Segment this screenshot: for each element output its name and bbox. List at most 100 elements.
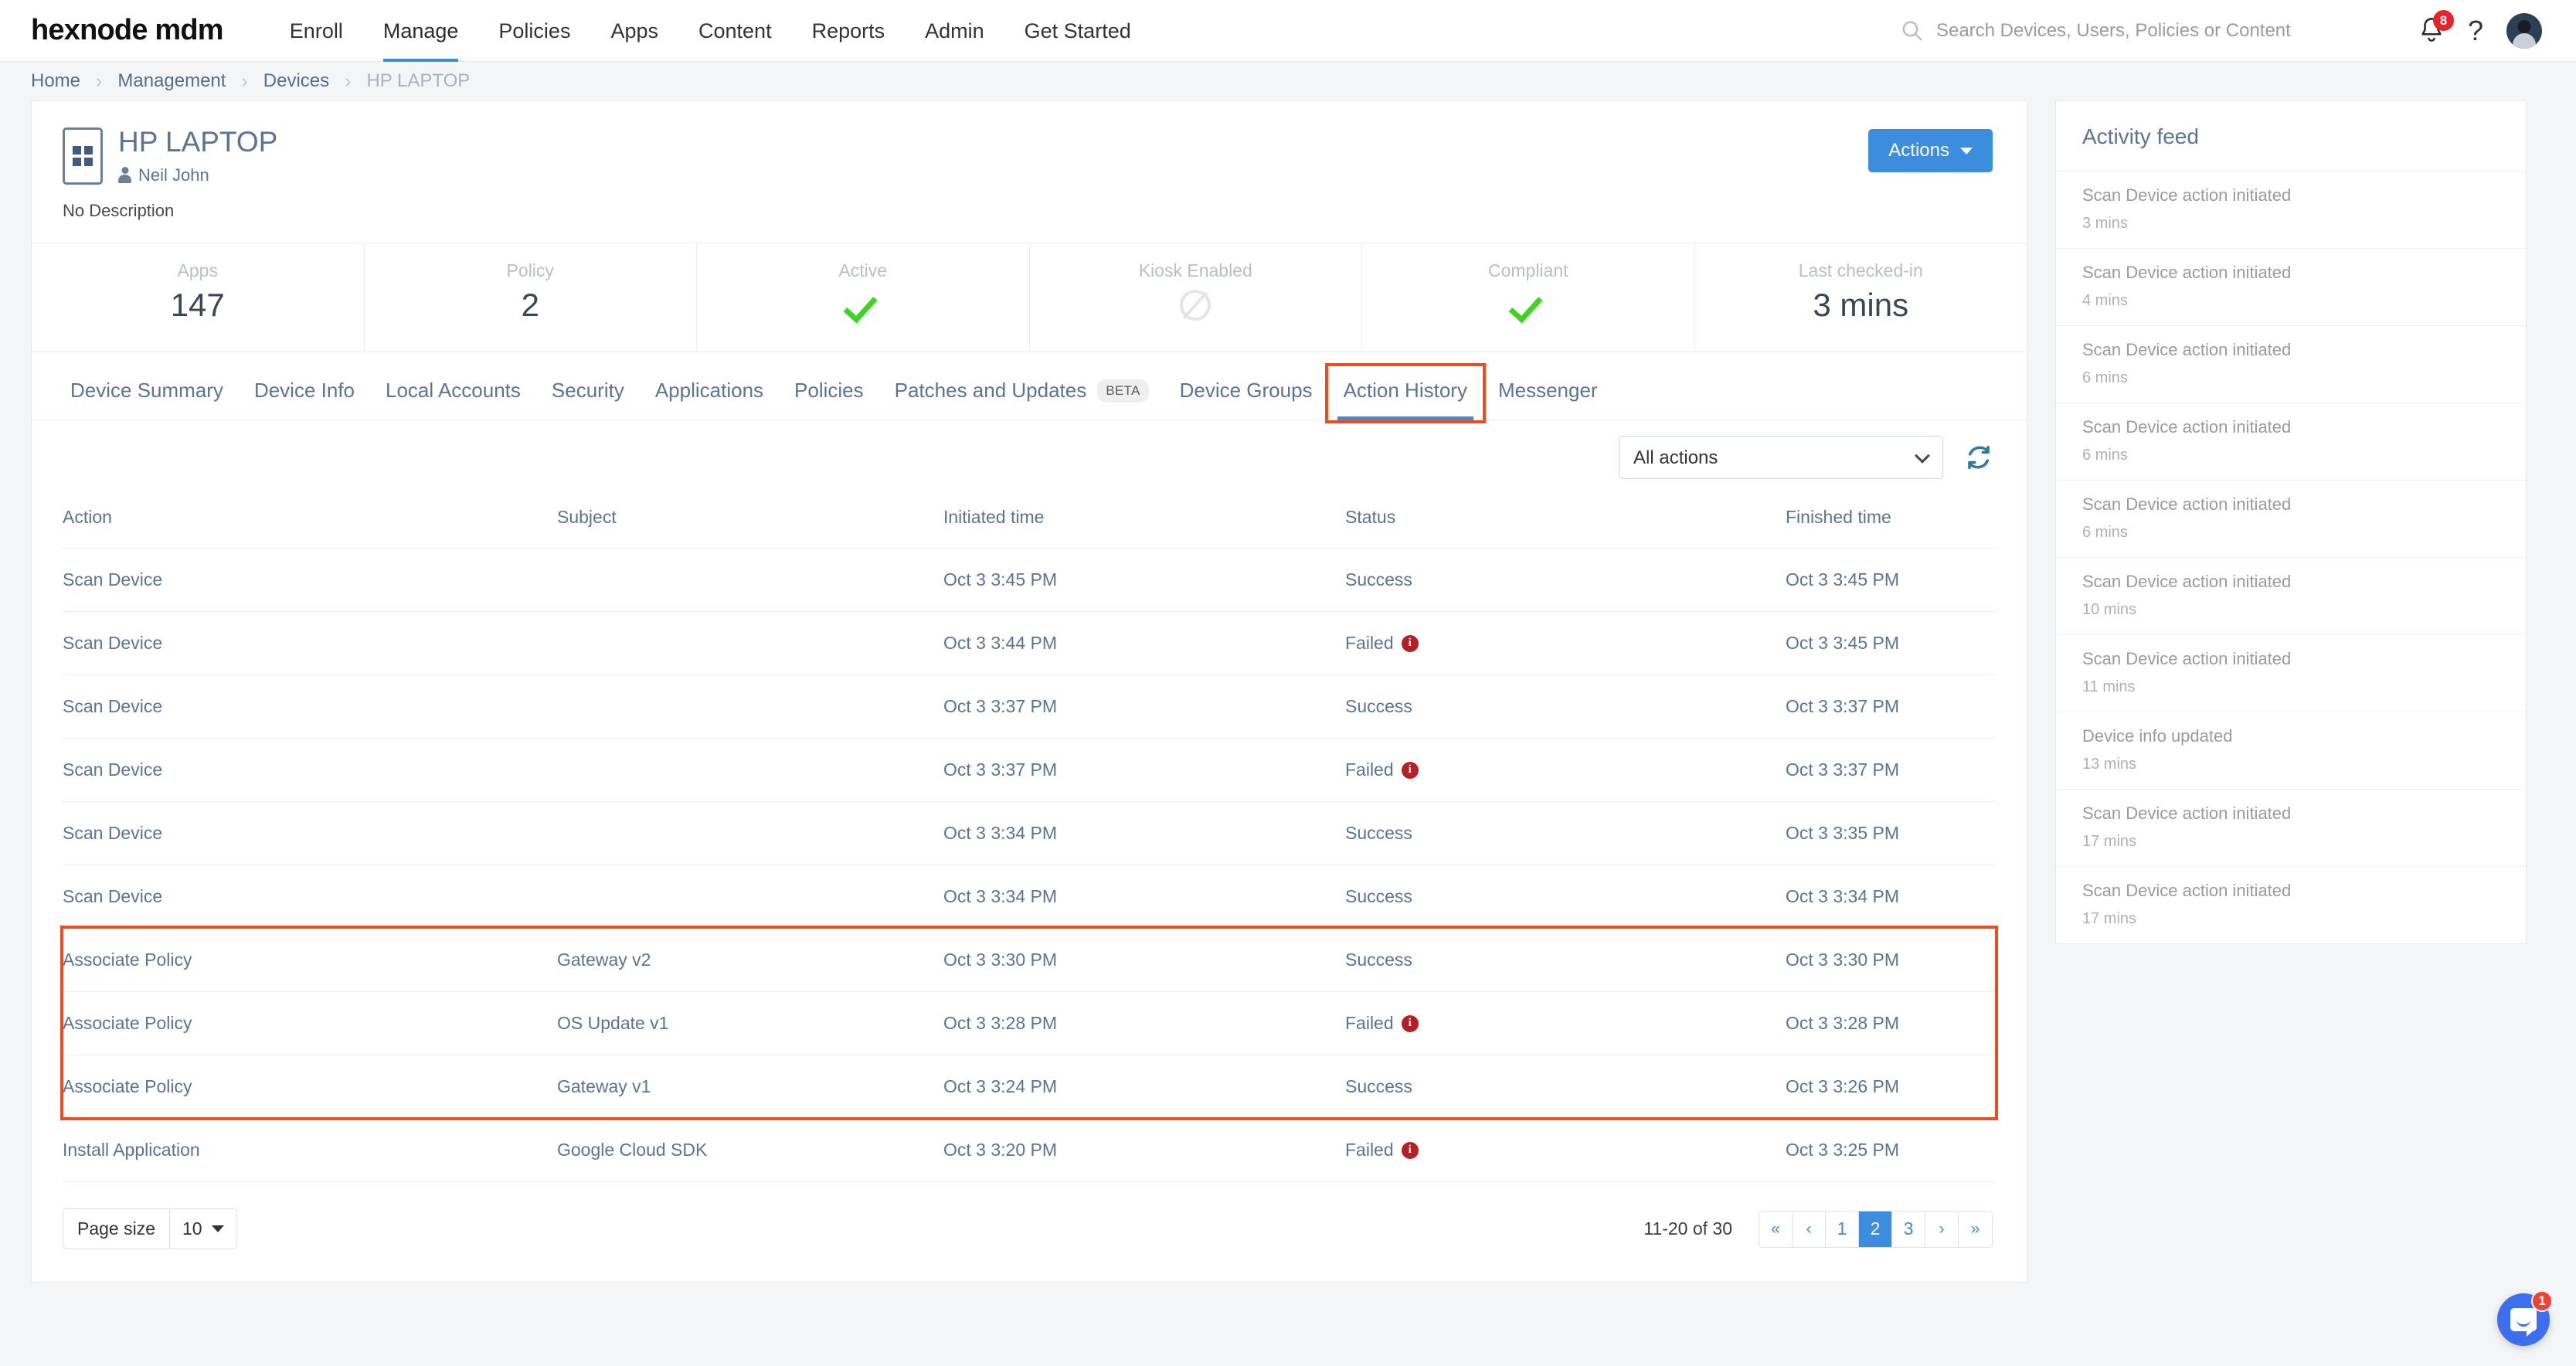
tab-messenger[interactable]: Messenger: [1483, 379, 1613, 420]
status-text: Success: [1345, 569, 1412, 590]
nav-item-policies[interactable]: Policies: [478, 0, 590, 62]
activity-feed-item[interactable]: Scan Device action initiated 11 mins: [2056, 634, 2526, 712]
status-badge: Failed i: [1345, 1013, 1786, 1034]
breadcrumb-item-0[interactable]: Home: [31, 70, 80, 92]
activity-feed-item[interactable]: Scan Device action initiated 10 mins: [2056, 557, 2526, 634]
tab-patches-and-updates[interactable]: Patches and Updates BETA: [879, 379, 1164, 420]
chat-bubble-icon: [2510, 1308, 2537, 1337]
cell-subject: [557, 738, 943, 803]
status-text: Success: [1345, 886, 1412, 907]
status-badge: Success: [1345, 886, 1786, 907]
column-header-finished-time[interactable]: Finished time: [1786, 493, 1996, 549]
table-row: Scan Device Oct 3 3:37 PM Success Oct 3 3:3…: [63, 675, 1996, 739]
device-owner: Neil John: [118, 165, 277, 185]
action-filter[interactable]: All actions: [1619, 436, 1943, 480]
activity-feed-item[interactable]: Scan Device action initiated 17 mins: [2056, 789, 2526, 866]
nav-item-apps[interactable]: Apps: [590, 0, 678, 62]
pager-button-0[interactable]: «: [1759, 1211, 1793, 1247]
global-search[interactable]: [1901, 19, 2395, 42]
help-button[interactable]: ?: [2468, 16, 2483, 45]
activity-feed-item-time: 4 mins: [2082, 292, 2128, 309]
actions-button[interactable]: Actions: [1868, 129, 1993, 172]
pager-button-3[interactable]: 2: [1859, 1211, 1892, 1247]
cell-status: Success: [1345, 548, 1786, 613]
cell-status: Failed i: [1345, 1118, 1786, 1183]
cell-subject: [557, 548, 943, 613]
failure-info-icon[interactable]: i: [1401, 761, 1419, 779]
pager-button-2[interactable]: 1: [1826, 1211, 1859, 1247]
nav-item-get-started[interactable]: Get Started: [1004, 0, 1151, 62]
cell-action: Scan Device: [63, 675, 557, 739]
failure-info-icon[interactable]: i: [1401, 634, 1419, 652]
tab-security[interactable]: Security: [536, 379, 640, 420]
cell-subject: [557, 801, 943, 866]
nav-item-content[interactable]: Content: [678, 0, 792, 62]
status-text: Success: [1345, 696, 1412, 717]
stat-value: [1030, 287, 1362, 328]
column-header-subject[interactable]: Subject: [557, 493, 943, 549]
app-logo[interactable]: hexnode mdm: [31, 14, 224, 47]
notifications-button[interactable]: 8: [2418, 9, 2454, 46]
avatar[interactable]: [2506, 12, 2542, 49]
pager-button-4[interactable]: 3: [1892, 1211, 1925, 1247]
cell-subject: Gateway v1: [557, 1055, 943, 1120]
search-input[interactable]: [1935, 19, 2395, 42]
tab-device-groups[interactable]: Device Groups: [1164, 379, 1328, 420]
stat-compliant: Compliant: [1362, 243, 1695, 352]
tab-label: Security: [551, 379, 624, 403]
nav-item-enroll[interactable]: Enroll: [270, 0, 363, 62]
tab-local-accounts[interactable]: Local Accounts: [370, 379, 536, 420]
action-filter-select[interactable]: All actions: [1619, 436, 1943, 480]
cell-action: Associate Policy: [63, 928, 557, 993]
device-description: No Description: [63, 200, 175, 220]
pagination-row: Page size 10 11-20 of 30 «‹ 1 2 3 ›»: [32, 1182, 2027, 1283]
refresh-icon[interactable]: [1965, 443, 1993, 471]
cell-subject: Google Cloud SDK: [557, 1118, 943, 1183]
status-text: Success: [1345, 1076, 1412, 1097]
failure-info-icon[interactable]: i: [1401, 1014, 1419, 1032]
cell-status: Failed i: [1345, 991, 1786, 1056]
activity-feed-item[interactable]: Scan Device action initiated 6 mins: [2056, 403, 2526, 480]
table-row: Scan Device Oct 3 3:45 PM Success Oct 3 3:4…: [63, 548, 1996, 613]
cell-finished: Oct 3 3:26 PM: [1786, 1055, 1996, 1120]
table-row: Associate Policy OS Update v1 Oct 3 3:28 P…: [63, 991, 1996, 1056]
activity-feed-item[interactable]: Scan Device action initiated 6 mins: [2056, 325, 2526, 403]
breadcrumb-item-2[interactable]: Devices: [263, 70, 329, 92]
tab-action-history[interactable]: Action History: [1324, 363, 1486, 424]
status-text: Success: [1345, 823, 1412, 844]
cell-finished: Oct 3 3:45 PM: [1786, 611, 1996, 676]
pager: «‹ 1 2 3 ›»: [1759, 1210, 1993, 1248]
pager-right: 11-20 of 30 «‹ 1 2 3 ›»: [1643, 1210, 1993, 1248]
failure-info-icon[interactable]: i: [1401, 1141, 1419, 1159]
tab-device-summary[interactable]: Device Summary: [55, 379, 239, 420]
pager-button-5[interactable]: ›: [1925, 1211, 1959, 1247]
page-size-value[interactable]: 10: [169, 1209, 236, 1249]
chevron-down-icon: [1960, 147, 1973, 155]
cell-finished: Oct 3 3:28 PM: [1786, 991, 1996, 1056]
activity-feed-item[interactable]: Scan Device action initiated 6 mins: [2056, 480, 2526, 557]
activity-feed-item[interactable]: Scan Device action initiated 4 mins: [2056, 248, 2526, 325]
activity-feed-item[interactable]: Scan Device action initiated 3 mins: [2056, 171, 2526, 248]
status-badge: Success: [1345, 950, 1786, 970]
tab-device-info[interactable]: Device Info: [239, 379, 370, 420]
tab-policies[interactable]: Policies: [779, 379, 879, 420]
nav-item-admin[interactable]: Admin: [905, 0, 1004, 62]
activity-feed-item[interactable]: Device info updated 13 mins: [2056, 712, 2526, 789]
column-header-action[interactable]: Action: [63, 493, 557, 549]
page-size-selector[interactable]: Page size 10: [63, 1208, 237, 1250]
activity-feed-item[interactable]: Scan Device action initiated 17 mins: [2056, 866, 2526, 943]
pager-button-1[interactable]: ‹: [1793, 1211, 1826, 1247]
tab-applications[interactable]: Applications: [640, 379, 779, 420]
cell-status: Success: [1345, 865, 1786, 929]
nav-item-manage[interactable]: Manage: [363, 0, 479, 62]
page-layout: HP LAPTOP Neil John Actions No Descripti…: [0, 100, 2576, 1283]
stat-active: Active: [697, 243, 1030, 352]
column-header-status[interactable]: Status: [1345, 493, 1786, 549]
pager-button-6[interactable]: »: [1959, 1211, 1992, 1247]
column-header-initiated-time[interactable]: Initiated time: [943, 493, 1345, 549]
cell-action: Associate Policy: [63, 1055, 557, 1120]
nav-item-reports[interactable]: Reports: [792, 0, 906, 62]
status-text: Failed: [1345, 633, 1394, 654]
breadcrumb-item-1[interactable]: Management: [117, 70, 226, 92]
chat-widget-button[interactable]: 1: [2497, 1290, 2553, 1346]
